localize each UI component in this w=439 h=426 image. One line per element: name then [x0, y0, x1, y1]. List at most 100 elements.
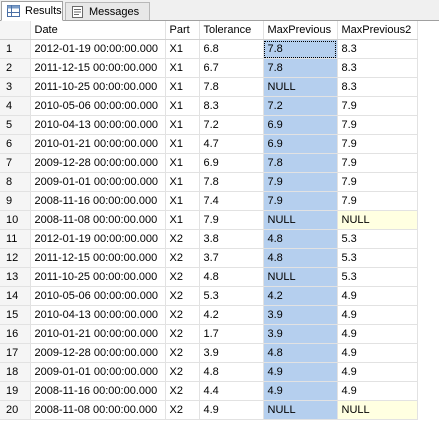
- maxprevious-cell[interactable]: 7.9: [263, 191, 338, 211]
- maxprevious2-cell[interactable]: 7.9: [337, 153, 418, 173]
- row-number-cell[interactable]: 20: [0, 400, 31, 420]
- date-cell[interactable]: 2011-10-25 00:00:00.000: [30, 267, 166, 287]
- maxprevious-cell[interactable]: NULL: [263, 267, 338, 287]
- date-cell[interactable]: 2010-04-13 00:00:00.000: [30, 115, 166, 135]
- part-cell[interactable]: X1: [165, 153, 200, 173]
- maxprevious2-cell[interactable]: 7.9: [337, 191, 418, 211]
- tolerance-cell[interactable]: 7.8: [199, 172, 264, 192]
- tolerance-cell[interactable]: 7.2: [199, 115, 264, 135]
- table-row[interactable]: 17 2009-12-28 00:00:00.000 X2 3.9 4.8 4.9: [0, 343, 418, 363]
- date-cell[interactable]: 2012-01-19 00:00:00.000: [30, 39, 166, 59]
- maxprevious2-cell[interactable]: 4.9: [337, 343, 418, 363]
- table-row[interactable]: 1 2012-01-19 00:00:00.000 X1 6.8 7.8 8.3: [0, 39, 418, 59]
- date-cell[interactable]: 2009-01-01 00:00:00.000: [30, 172, 166, 192]
- table-row[interactable]: 6 2010-01-21 00:00:00.000 X1 4.7 6.9 7.9: [0, 134, 418, 154]
- tolerance-cell[interactable]: 3.8: [199, 229, 264, 249]
- table-row[interactable]: 12 2011-12-15 00:00:00.000 X2 3.7 4.8 5.3: [0, 248, 418, 268]
- tolerance-cell[interactable]: 7.4: [199, 191, 264, 211]
- part-cell[interactable]: X1: [165, 96, 200, 116]
- maxprevious2-cell[interactable]: 8.3: [337, 39, 418, 59]
- tolerance-cell[interactable]: 8.3: [199, 96, 264, 116]
- table-row[interactable]: 4 2010-05-06 00:00:00.000 X1 8.3 7.2 7.9: [0, 96, 418, 116]
- part-cell[interactable]: X2: [165, 229, 200, 249]
- date-cell[interactable]: 2011-12-15 00:00:00.000: [30, 248, 166, 268]
- table-row[interactable]: 18 2009-01-01 00:00:00.000 X2 4.8 4.9 4.9: [0, 362, 418, 382]
- table-row[interactable]: 16 2010-01-21 00:00:00.000 X2 1.7 3.9 4.9: [0, 324, 418, 344]
- tolerance-cell[interactable]: 6.9: [199, 153, 264, 173]
- part-cell[interactable]: X1: [165, 77, 200, 97]
- maxprevious2-cell[interactable]: NULL: [337, 400, 418, 420]
- table-row[interactable]: 14 2010-05-06 00:00:00.000 X2 5.3 4.2 4.9: [0, 286, 418, 306]
- row-number-cell[interactable]: 12: [0, 248, 31, 268]
- tolerance-cell[interactable]: 4.9: [199, 400, 264, 420]
- column-header-tolerance[interactable]: Tolerance: [199, 21, 264, 40]
- part-cell[interactable]: X2: [165, 286, 200, 306]
- tolerance-cell[interactable]: 4.2: [199, 305, 264, 325]
- part-cell[interactable]: X2: [165, 362, 200, 382]
- maxprevious-cell[interactable]: 6.9: [263, 115, 338, 135]
- row-number-cell[interactable]: 19: [0, 381, 31, 401]
- maxprevious-cell[interactable]: 3.9: [263, 305, 338, 325]
- tolerance-cell[interactable]: 3.9: [199, 343, 264, 363]
- maxprevious-cell[interactable]: 4.8: [263, 343, 338, 363]
- date-cell[interactable]: 2008-11-08 00:00:00.000: [30, 400, 166, 420]
- maxprevious2-cell[interactable]: 7.9: [337, 172, 418, 192]
- maxprevious-cell[interactable]: 4.2: [263, 286, 338, 306]
- maxprevious-cell[interactable]: NULL: [263, 400, 338, 420]
- table-row[interactable]: 3 2011-10-25 00:00:00.000 X1 7.8 NULL 8.3: [0, 77, 418, 97]
- row-number-header[interactable]: [0, 21, 31, 40]
- table-row[interactable]: 15 2010-04-13 00:00:00.000 X2 4.2 3.9 4.9: [0, 305, 418, 325]
- tolerance-cell[interactable]: 1.7: [199, 324, 264, 344]
- row-number-cell[interactable]: 11: [0, 229, 31, 249]
- maxprevious2-cell[interactable]: NULL: [337, 210, 418, 230]
- maxprevious2-cell[interactable]: 4.9: [337, 286, 418, 306]
- date-cell[interactable]: 2010-05-06 00:00:00.000: [30, 96, 166, 116]
- tolerance-cell[interactable]: 6.8: [199, 39, 264, 59]
- maxprevious-cell[interactable]: 7.9: [263, 172, 338, 192]
- maxprevious-cell[interactable]: 4.9: [263, 362, 338, 382]
- part-cell[interactable]: X1: [165, 39, 200, 59]
- column-header-part[interactable]: Part: [165, 21, 200, 40]
- table-row[interactable]: 13 2011-10-25 00:00:00.000 X2 4.8 NULL 5.3: [0, 267, 418, 287]
- tolerance-cell[interactable]: 5.3: [199, 286, 264, 306]
- tolerance-cell[interactable]: 4.8: [199, 362, 264, 382]
- column-header-maxprevious[interactable]: MaxPrevious: [263, 21, 338, 40]
- maxprevious-cell[interactable]: 7.2: [263, 96, 338, 116]
- tab-messages[interactable]: Messages: [65, 2, 150, 20]
- row-number-cell[interactable]: 10: [0, 210, 31, 230]
- row-number-cell[interactable]: 9: [0, 191, 31, 211]
- row-number-cell[interactable]: 18: [0, 362, 31, 382]
- row-number-cell[interactable]: 7: [0, 153, 31, 173]
- table-row[interactable]: 5 2010-04-13 00:00:00.000 X1 7.2 6.9 7.9: [0, 115, 418, 135]
- date-cell[interactable]: 2010-05-06 00:00:00.000: [30, 286, 166, 306]
- results-grid[interactable]: Date Part Tolerance MaxPrevious MaxPrevi…: [0, 21, 439, 426]
- row-number-cell[interactable]: 4: [0, 96, 31, 116]
- maxprevious-cell[interactable]: 7.8: [263, 58, 338, 78]
- row-number-cell[interactable]: 1: [0, 39, 31, 59]
- part-cell[interactable]: X1: [165, 134, 200, 154]
- maxprevious-cell[interactable]: NULL: [263, 210, 338, 230]
- date-cell[interactable]: 2012-01-19 00:00:00.000: [30, 229, 166, 249]
- table-row[interactable]: 20 2008-11-08 00:00:00.000 X2 4.9 NULL NULL: [0, 400, 418, 420]
- maxprevious-cell[interactable]: 4.9: [263, 381, 338, 401]
- row-number-cell[interactable]: 15: [0, 305, 31, 325]
- part-cell[interactable]: X2: [165, 305, 200, 325]
- tolerance-cell[interactable]: 4.8: [199, 267, 264, 287]
- tolerance-cell[interactable]: 3.7: [199, 248, 264, 268]
- maxprevious2-cell[interactable]: 7.9: [337, 96, 418, 116]
- maxprevious2-cell[interactable]: 7.9: [337, 115, 418, 135]
- date-cell[interactable]: 2009-12-28 00:00:00.000: [30, 343, 166, 363]
- part-cell[interactable]: X2: [165, 343, 200, 363]
- maxprevious-cell[interactable]: 7.8: [263, 153, 338, 173]
- part-cell[interactable]: X2: [165, 400, 200, 420]
- maxprevious-cell[interactable]: 7.8: [263, 39, 338, 59]
- maxprevious2-cell[interactable]: 5.3: [337, 267, 418, 287]
- row-number-cell[interactable]: 8: [0, 172, 31, 192]
- maxprevious2-cell[interactable]: 5.3: [337, 248, 418, 268]
- row-number-cell[interactable]: 16: [0, 324, 31, 344]
- part-cell[interactable]: X2: [165, 324, 200, 344]
- part-cell[interactable]: X1: [165, 191, 200, 211]
- part-cell[interactable]: X2: [165, 381, 200, 401]
- maxprevious-cell[interactable]: NULL: [263, 77, 338, 97]
- table-row[interactable]: 8 2009-01-01 00:00:00.000 X1 7.8 7.9 7.9: [0, 172, 418, 192]
